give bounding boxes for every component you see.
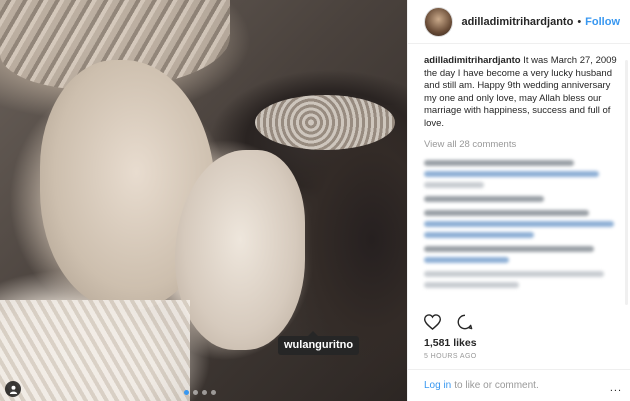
post-footer: Log in to like or comment. ...: [408, 369, 630, 401]
header-separator: •: [577, 15, 582, 28]
carousel-dot[interactable]: [202, 390, 207, 395]
blurred-comment-line: [424, 270, 604, 277]
user-tag-icon[interactable]: [5, 381, 21, 397]
blurred-comment-line: [424, 231, 534, 238]
user-tag-label[interactable]: wulanguritno: [278, 331, 360, 355]
comments-scrollbar[interactable]: [625, 60, 628, 305]
view-all-comments-link[interactable]: View all 28 comments: [424, 139, 622, 152]
post-photo[interactable]: wulanguritno: [0, 0, 407, 401]
carousel-dot[interactable]: [211, 390, 216, 395]
blurred-comment-line: [424, 256, 509, 263]
heart-svg: [424, 314, 441, 330]
comment-item: [424, 209, 622, 238]
blurred-comment-line: [424, 159, 574, 166]
blurred-comment-line: [424, 220, 614, 227]
comment-item: [424, 195, 622, 202]
header-username[interactable]: adilladimitrihardjanto: [461, 16, 573, 28]
comments-list: adilladimitrihardjanto It was March 27, …: [424, 55, 622, 288]
blurred-comment-line: [424, 170, 599, 177]
blurred-comment-line: [424, 209, 589, 216]
action-bar: [424, 314, 473, 330]
carousel-dot[interactable]: [193, 390, 198, 395]
comment-item: [424, 159, 622, 188]
person-icon: [9, 385, 17, 394]
caption-username[interactable]: adilladimitrihardjanto: [424, 55, 521, 66]
login-link[interactable]: Log in: [424, 380, 451, 391]
post-timestamp: 5 HOURS AGO: [424, 353, 477, 360]
post-header: adilladimitrihardjanto • Follow: [408, 0, 630, 44]
caption: adilladimitrihardjanto It was March 27, …: [424, 55, 622, 130]
heart-icon[interactable]: [424, 314, 441, 330]
blurred-comment-line: [424, 245, 594, 252]
more-icon[interactable]: ...: [610, 382, 622, 394]
login-prompt-text: to like or comment.: [454, 380, 539, 391]
carousel-dots: [184, 390, 216, 395]
caption-text: It was March 27, 2009 the day I have bec…: [424, 55, 617, 129]
blurred-comment-line: [424, 195, 544, 202]
comment-icon[interactable]: [457, 314, 473, 330]
photo-collar: [0, 300, 190, 401]
comment-item: [424, 245, 622, 263]
photo-hair-ornament: [255, 95, 395, 150]
carousel-dot[interactable]: [184, 390, 189, 395]
blurred-comment-line: [424, 181, 484, 188]
likes-count[interactable]: 1,581 likes: [424, 337, 477, 349]
post-panel: adilladimitrihardjanto • Follow adilladi…: [407, 0, 630, 401]
blurred-comment-line: [424, 281, 519, 288]
comment-item: [424, 270, 622, 288]
follow-button[interactable]: Follow: [585, 16, 620, 28]
avatar[interactable]: [424, 6, 454, 37]
comment-svg: [457, 314, 473, 330]
